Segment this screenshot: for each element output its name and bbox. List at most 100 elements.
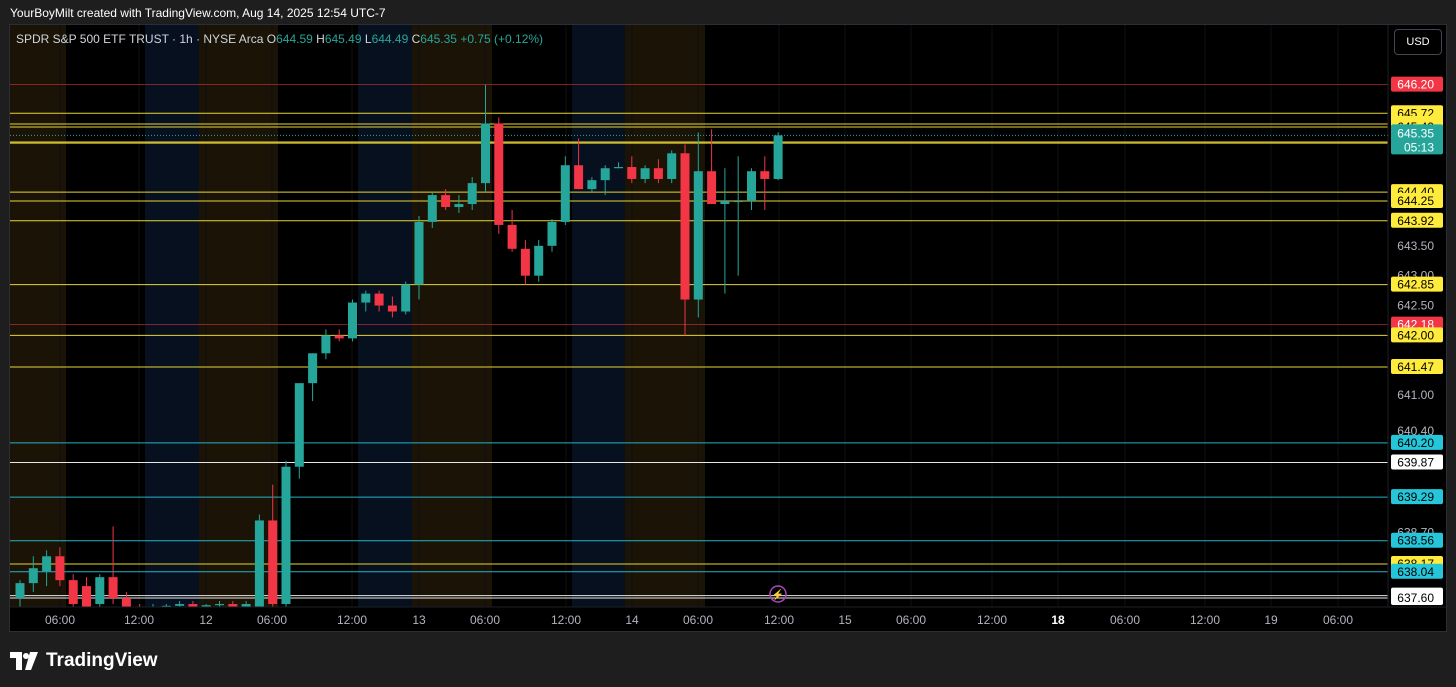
- time-tick-label: 19: [1264, 613, 1278, 627]
- candle-body: [587, 180, 597, 190]
- session-band: [492, 25, 572, 607]
- candle-body: [294, 383, 304, 467]
- candle-body: [281, 466, 291, 605]
- candle-body: [627, 167, 637, 179]
- candle-body: [427, 195, 437, 222]
- session-band: [199, 25, 278, 607]
- level-label: 638.04: [1397, 565, 1434, 579]
- time-tick-label: 12: [199, 613, 213, 627]
- candle-body: [640, 168, 650, 179]
- candle-body: [534, 245, 544, 276]
- candle-body: [693, 171, 703, 300]
- candle-body: [121, 598, 131, 607]
- time-tick-label: 06:00: [1323, 613, 1353, 627]
- candle-body: [175, 604, 185, 606]
- level-label: 641.47: [1397, 360, 1434, 374]
- candle-body: [348, 302, 357, 339]
- candle-body: [82, 586, 91, 607]
- candle-body: [667, 153, 677, 179]
- level-label: 637.60: [1397, 591, 1434, 605]
- time-tick-label: 12:00: [764, 613, 794, 627]
- candle-body: [268, 520, 278, 605]
- open-value: 644.59: [276, 32, 313, 46]
- level-label: 643.92: [1397, 214, 1434, 228]
- time-tick-label: 13: [412, 613, 426, 627]
- session-band: [145, 25, 199, 607]
- candle-body: [614, 167, 623, 169]
- candle-body: [42, 556, 52, 572]
- candle-body: [467, 183, 477, 205]
- time-tick-label: 15: [838, 613, 852, 627]
- time-tick-label: 06:00: [45, 613, 75, 627]
- candle-body: [747, 171, 756, 202]
- candle-body: [108, 577, 118, 599]
- candle-body: [481, 123, 490, 184]
- symbol-title: SPDR S&P 500 ETF TRUST · 1h · NYSE Arca: [16, 32, 264, 46]
- time-tick-label: 12:00: [1190, 613, 1220, 627]
- price-tick-label: 643.50: [1397, 239, 1434, 253]
- low-label: L: [364, 32, 372, 46]
- time-tick-label: 14: [625, 613, 639, 627]
- time-tick-label: 12:00: [337, 613, 367, 627]
- price-tick-label: 641.00: [1397, 388, 1434, 402]
- session-band: [358, 25, 412, 607]
- candle-body: [760, 171, 770, 179]
- level-label: 638.56: [1397, 534, 1434, 548]
- time-tick-label: 18: [1051, 613, 1065, 627]
- price-chart[interactable]: 643.50643.00642.50641.00640.40638.70638.…: [10, 25, 1446, 631]
- countdown-label: 05:13: [1404, 140, 1434, 154]
- time-tick-label: 06:00: [1110, 613, 1140, 627]
- candle-body: [560, 165, 570, 222]
- time-axis: [10, 607, 1446, 631]
- candle-body: [574, 165, 584, 190]
- candle-body: [387, 305, 397, 312]
- level-label: 642.00: [1397, 328, 1434, 342]
- high-label: H: [316, 32, 325, 46]
- time-tick-label: 06:00: [257, 613, 287, 627]
- last-price-label: 645.35: [1397, 126, 1434, 140]
- candle-body: [215, 604, 224, 606]
- candle-body: [15, 583, 25, 599]
- level-label: 640.20: [1397, 436, 1434, 450]
- level-label: 644.25: [1397, 194, 1434, 208]
- candle-body: [547, 221, 557, 246]
- time-tick-label: 12:00: [551, 613, 581, 627]
- level-label: 639.87: [1397, 456, 1434, 470]
- time-tick-label: 12:00: [124, 613, 154, 627]
- lightning-icon: ⚡: [772, 588, 784, 601]
- session-band: [10, 25, 66, 607]
- candle-body: [733, 201, 743, 203]
- low-value: 644.49: [371, 32, 409, 46]
- candle-body: [414, 221, 424, 285]
- session-band: [572, 25, 625, 607]
- candle-body: [441, 195, 451, 208]
- candle-body: [507, 224, 517, 249]
- tradingview-logo-icon: [10, 652, 38, 670]
- level-label: 639.29: [1397, 490, 1434, 504]
- candle-body: [55, 556, 65, 581]
- close-value: 645.35: [420, 32, 457, 46]
- session-band: [625, 25, 705, 607]
- time-tick-label: 12:00: [977, 613, 1007, 627]
- candle-body: [454, 204, 464, 208]
- candle-body: [773, 135, 783, 179]
- level-label: 646.20: [1397, 78, 1434, 92]
- close-label: C: [411, 32, 421, 46]
- candle-body: [254, 520, 264, 607]
- candle-body: [401, 284, 411, 312]
- price-tick-label: 642.50: [1397, 299, 1434, 313]
- session-band: [66, 25, 145, 607]
- time-tick-label: 06:00: [470, 613, 500, 627]
- candle-body: [720, 201, 730, 205]
- time-tick-label: 06:00: [683, 613, 713, 627]
- candle-body: [95, 577, 105, 605]
- high-value: 645.49: [324, 32, 362, 46]
- candle-body: [494, 123, 504, 225]
- chart-attribution: YourBoyMilt created with TradingView.com…: [10, 6, 386, 20]
- currency-button[interactable]: USD: [1394, 29, 1442, 55]
- candle-body: [334, 335, 344, 339]
- session-band: [412, 25, 492, 607]
- chart-panel[interactable]: 643.50643.00642.50641.00640.40638.70638.…: [9, 24, 1447, 632]
- candle-body: [28, 568, 38, 584]
- candle-body: [680, 153, 690, 300]
